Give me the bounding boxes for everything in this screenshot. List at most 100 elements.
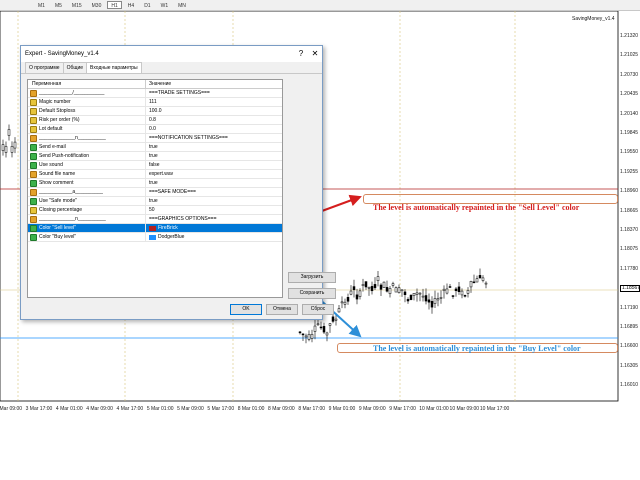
candle-body <box>430 301 434 308</box>
table-row[interactable]: Use "Safe mode" true <box>28 197 282 206</box>
table-row[interactable]: Show comment true <box>28 179 282 188</box>
param-name: Color "Sell level" <box>39 225 76 231</box>
param-value[interactable]: true <box>149 180 158 186</box>
param-value[interactable]: false <box>149 162 160 168</box>
param-name: ____________a__________ <box>39 189 103 195</box>
candle-body <box>316 323 320 326</box>
param-name: Risk per order (%) <box>39 117 80 123</box>
param-value[interactable]: ===SAFE MODE=== <box>149 189 196 195</box>
save-button[interactable]: Сохранить <box>288 288 336 299</box>
timeframe-h1-button[interactable]: H1 <box>107 1 122 9</box>
candle-body <box>304 335 308 338</box>
param-value[interactable]: true <box>149 144 158 150</box>
tab-inputs[interactable]: Входные параметры <box>86 62 142 73</box>
table-row[interactable]: Sound file name expert.wav <box>28 170 282 179</box>
table-row[interactable]: Use sound false <box>28 161 282 170</box>
candle-body <box>388 288 392 294</box>
table-row[interactable]: Default Stoploss 100.0 <box>28 107 282 116</box>
param-value[interactable]: ===NOTIFICATION SETTINGS=== <box>149 135 228 141</box>
price-tick-label: 1.16305 <box>620 362 639 369</box>
candle-body <box>418 292 422 295</box>
param-name: Color "Buy level" <box>39 234 77 240</box>
time-tick-label: 3 Mar 17:00 <box>25 406 53 412</box>
candle-body <box>373 284 377 289</box>
terminal-window: M1 M5 M15 M30 H1 H4 D1 W1 MN SavingMoney_v1.4 1.… <box>0 0 640 480</box>
number-param-icon <box>30 98 37 106</box>
table-row[interactable]: Magic number 111 <box>28 98 282 107</box>
help-icon[interactable]: ? <box>294 47 308 61</box>
candle-body <box>394 287 398 293</box>
param-value[interactable]: FireBrick <box>158 225 178 231</box>
param-value[interactable]: expert.wav <box>149 171 173 177</box>
candle-body <box>301 333 305 336</box>
candle-body <box>1 144 5 151</box>
timeframe-mn-button[interactable]: MN <box>174 1 190 9</box>
param-value[interactable]: 0.0 <box>149 126 156 132</box>
timeframe-m5-button[interactable]: M5 <box>51 1 66 9</box>
color-swatch <box>149 234 156 240</box>
column-header-variable[interactable]: Переменная <box>28 80 146 88</box>
table-row[interactable]: ____________/___________ ===TRADE SETTING… <box>28 89 282 98</box>
time-tick-label: 9 Mar 09:00 <box>358 406 386 412</box>
table-row[interactable]: _____________n__________ ===GRAPHICS OPTI… <box>28 215 282 224</box>
table-row[interactable]: Send e-mail true <box>28 143 282 152</box>
table-row[interactable]: Lot default 0.0 <box>28 125 282 134</box>
table-row[interactable]: Closing percentage 50 <box>28 206 282 215</box>
table-row[interactable]: Risk per order (%) 0.8 <box>28 116 282 125</box>
candle-body <box>337 308 341 313</box>
timeframe-m1-button[interactable]: M1 <box>34 1 49 9</box>
timeframe-w1-button[interactable]: W1 <box>157 1 173 9</box>
table-row[interactable]: ____________a__________ ===SAFE MODE=== <box>28 188 282 197</box>
bool-param-icon <box>30 152 37 160</box>
param-value[interactable]: 0.8 <box>149 117 156 123</box>
table-row[interactable]: Color "Buy level" DodgerBlue <box>28 233 282 242</box>
timeframe-h4-button[interactable]: H4 <box>124 1 138 9</box>
table-row[interactable]: _____________n__________ ===NOTIFICATION … <box>28 134 282 143</box>
price-tick-label: 1.18665 <box>620 207 639 214</box>
timeframe-d1-button[interactable]: D1 <box>140 1 154 9</box>
candle-body <box>349 290 353 295</box>
dialog-tabs: О программе Общие Входные параметры <box>21 62 322 74</box>
time-tick-label: 5 Mar 09:00 <box>177 406 204 412</box>
text-param-icon <box>30 134 37 142</box>
close-icon[interactable]: ✕ <box>308 47 322 61</box>
param-value[interactable]: ===TRADE SETTINGS=== <box>149 90 210 96</box>
candle-body <box>457 286 461 292</box>
candle-body <box>13 141 17 149</box>
param-value[interactable]: true <box>149 198 158 204</box>
candle-body <box>427 299 431 303</box>
param-value[interactable]: 50 <box>149 207 155 213</box>
timeframe-m30-button[interactable]: M30 <box>88 1 106 9</box>
param-value[interactable]: 100.0 <box>149 108 162 114</box>
load-button[interactable]: Загрузить <box>288 272 336 283</box>
time-tick-label: 4 Mar 01:00 <box>55 406 83 412</box>
table-row[interactable]: Color "Sell level" FireBrick <box>28 224 282 233</box>
price-tick-label: 1.21025 <box>620 52 639 59</box>
table-row[interactable]: Send Push-notification true <box>28 152 282 161</box>
inputs-table[interactable]: Переменная Значение ____________/_______… <box>27 79 283 298</box>
reset-button[interactable]: Сброс <box>302 304 334 315</box>
bool-param-icon <box>30 224 37 232</box>
candle-body <box>415 292 419 295</box>
param-value[interactable]: 111 <box>149 99 157 105</box>
param-name: Closing percentage <box>39 207 83 213</box>
cancel-button[interactable]: Отмена <box>266 304 298 315</box>
dialog-titlebar: Expert - SavingMoney_v1.4 ? ✕ <box>21 46 322 62</box>
candle-body <box>370 286 374 292</box>
column-header-value[interactable]: Значение <box>146 81 171 87</box>
candle-body <box>406 299 410 302</box>
tab-common[interactable]: Общие <box>62 62 88 73</box>
param-value[interactable]: true <box>149 153 158 159</box>
candle-body <box>7 129 11 136</box>
param-value[interactable]: ===GRAPHICS OPTIONS=== <box>149 216 217 222</box>
ok-button[interactable]: OK <box>230 304 262 315</box>
timeframe-m15-button[interactable]: M15 <box>68 1 86 9</box>
number-param-icon <box>30 116 37 124</box>
candle-body <box>484 282 488 285</box>
price-tick-label: 1.21320 <box>620 33 639 39</box>
param-name: _____________n__________ <box>39 216 106 222</box>
current-price-label: 1.18567 <box>620 285 640 292</box>
param-value[interactable]: DodgerBlue <box>158 234 184 240</box>
tab-about[interactable]: О программе <box>25 62 64 73</box>
bool-param-icon <box>30 197 37 205</box>
